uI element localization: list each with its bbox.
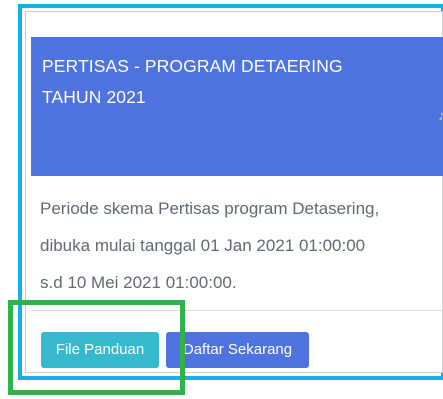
card-title: PERTISAS - PROGRAM DETAERING TAHUN 2021 [42,56,343,107]
card-header: PERTISAS - PROGRAM DETAERING TAHUN 2021 [31,37,443,176]
card-body-line: s.d 10 Mei 2021 01:00:00. [40,273,237,292]
file-panduan-button[interactable]: File Panduan [41,332,159,368]
card-footer-divider [31,310,443,311]
card-body-line: dibuka mulai tanggal 01 Jan 2021 01:00:0… [40,236,366,255]
card-body-line: Periode skema Pertisas program Detaserin… [40,199,380,218]
card-body-text: Periode skema Pertisas program Detaserin… [40,190,440,301]
program-card: PERTISAS - PROGRAM DETAERING TAHUN 2021 … [25,11,443,373]
partial-glyph-icon: ♪ [438,107,443,123]
daftar-sekarang-button[interactable]: Daftar Sekarang [166,332,309,368]
screenshot-stage: PERTISAS - PROGRAM DETAERING TAHUN 2021 … [0,0,443,399]
